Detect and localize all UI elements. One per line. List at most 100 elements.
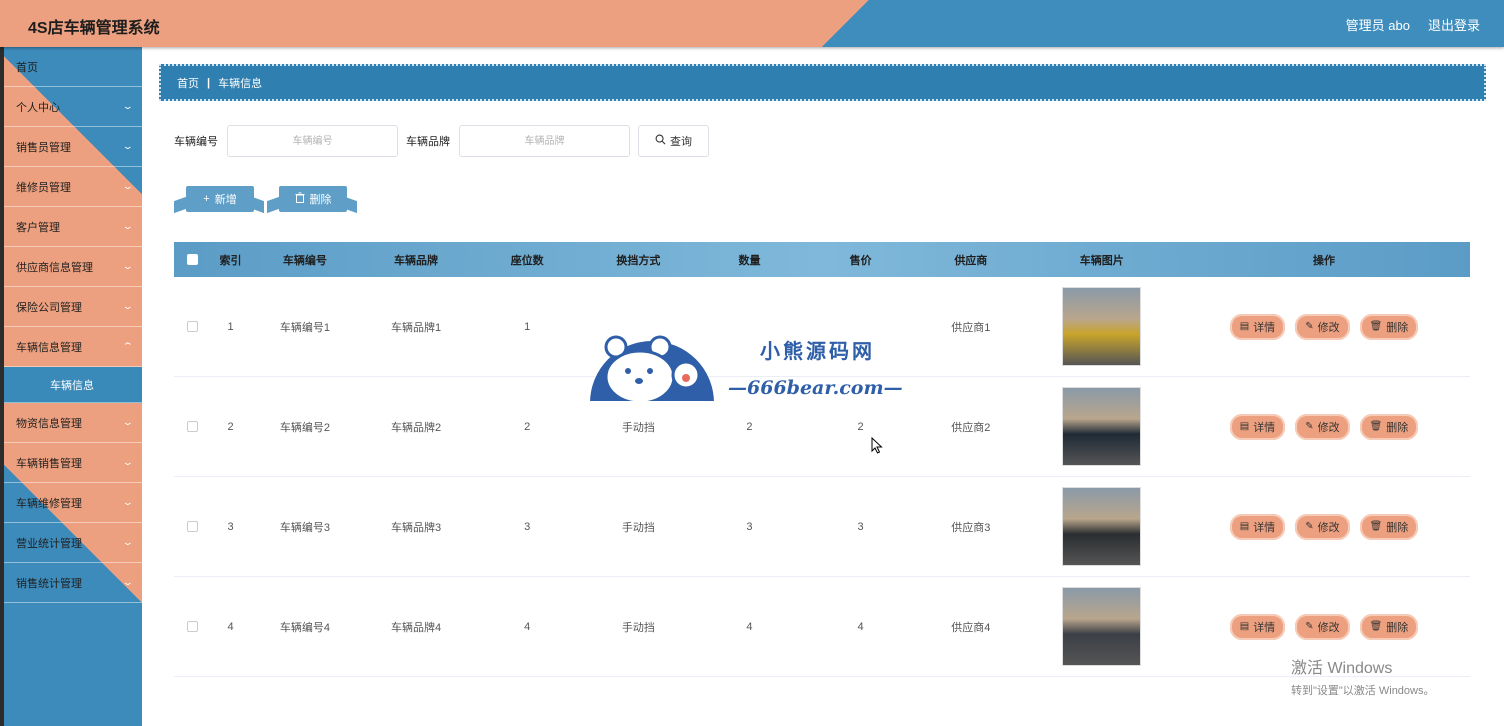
- detail-button[interactable]: ▤ 详情: [1229, 413, 1286, 440]
- delete-ribbon-tail: [267, 196, 279, 214]
- sidebar-item-label: 个人中心: [16, 101, 60, 114]
- car-photo[interactable]: [1062, 587, 1142, 666]
- select-all-checkbox[interactable]: [187, 254, 199, 265]
- document-icon: ▤: [1239, 621, 1250, 632]
- row-checkbox-cell: [174, 521, 212, 532]
- sidebar-item-items-1[interactable]: 个人中心 ⌄: [4, 87, 142, 127]
- row-checkbox[interactable]: [187, 521, 199, 532]
- sidebar-item-items-4[interactable]: 客户管理 ⌄: [4, 207, 142, 247]
- delete-button-label: 删除: [1386, 421, 1409, 434]
- vehicle-brand-input[interactable]: [459, 125, 630, 157]
- document-icon: ▤: [1239, 421, 1250, 432]
- sidebar-item-items-5[interactable]: 供应商信息管理 ⌄: [4, 247, 142, 287]
- top-header: 4S店车辆管理系统 管理员 abo 退出登录: [0, 0, 1504, 47]
- edit-button-label: 修改: [1317, 521, 1340, 534]
- sidebar-subitem-vehicle-info[interactable]: 车辆信息: [4, 367, 142, 403]
- sidebar-item-items_after-3[interactable]: 营业统计管理 ⌄: [4, 523, 142, 563]
- car-photo[interactable]: [1062, 487, 1142, 566]
- edit-button[interactable]: ✎ 修改: [1295, 613, 1350, 640]
- delete-button[interactable]: 🗑 删除: [1359, 513, 1419, 540]
- row-checkbox[interactable]: [187, 321, 199, 332]
- edit-button[interactable]: ✎ 修改: [1295, 313, 1350, 340]
- chevron-down-icon: ⌄: [122, 457, 135, 467]
- delete-button-label: 删除: [1386, 321, 1409, 334]
- row-vehicle-no: 车辆编号2: [279, 421, 330, 434]
- sidebar-item-items-2[interactable]: 销售员管理 ⌄: [4, 127, 142, 167]
- row-supplier: 供应商4: [951, 621, 991, 634]
- add-button[interactable]: + 新增: [186, 186, 254, 212]
- detail-button[interactable]: ▤ 详情: [1229, 513, 1286, 540]
- header-price: 售价: [849, 254, 872, 267]
- row-operations: ▤ 详情 ✎ 修改 🗑 删除: [1178, 513, 1470, 540]
- row-operations: ▤ 详情 ✎ 修改 🗑 删除: [1178, 613, 1470, 640]
- detail-button[interactable]: ▤ 详情: [1229, 613, 1286, 640]
- sidebar-item-label: 维修员管理: [16, 181, 71, 194]
- row-supplier: 供应商2: [951, 421, 991, 434]
- query-button[interactable]: 查询: [638, 125, 709, 157]
- select-all-cell: [174, 254, 212, 265]
- delete-button[interactable]: 🗑 删除: [1359, 613, 1419, 640]
- delete-button[interactable]: 🗑 删除: [1359, 313, 1419, 340]
- row-checkbox[interactable]: [187, 421, 199, 432]
- sidebar-item-items_after-2[interactable]: 车辆维修管理 ⌄: [4, 483, 142, 523]
- chevron-down-icon: ⌄: [122, 181, 135, 191]
- row-supplier: 供应商1: [951, 321, 991, 334]
- row-vehicle-brand: 车辆品牌4: [390, 621, 442, 634]
- row-price: 2: [857, 420, 864, 433]
- row-quantity: 4: [746, 620, 753, 633]
- delete-button[interactable]: 🗑 删除: [1359, 413, 1419, 440]
- vehicle-no-input[interactable]: [227, 125, 398, 157]
- sidebar-item-items-7[interactable]: 车辆信息管理 ⌃: [4, 327, 142, 367]
- chevron-up-icon: ⌃: [122, 341, 135, 351]
- query-button-label: 查询: [670, 136, 692, 148]
- row-operations: ▤ 详情 ✎ 修改 🗑 删除: [1178, 413, 1470, 440]
- sidebar-item-items-3[interactable]: 维修员管理 ⌄: [4, 167, 142, 207]
- logout-link[interactable]: 退出登录: [1428, 15, 1480, 34]
- edit-button[interactable]: ✎ 修改: [1295, 513, 1350, 540]
- sidebar-item-items_after-1[interactable]: 车辆销售管理 ⌄: [4, 443, 142, 483]
- row-index: 4: [227, 620, 234, 633]
- vehicle-brand-label: 车辆品牌: [406, 136, 450, 148]
- detail-button[interactable]: ▤ 详情: [1229, 313, 1286, 340]
- add-ribbon-tail: [174, 196, 186, 214]
- chevron-down-icon: ⌄: [122, 577, 135, 587]
- header-quantity: 数量: [738, 254, 761, 267]
- delete-button[interactable]: 删除: [279, 186, 347, 212]
- document-icon: ▤: [1239, 321, 1250, 332]
- sidebar-item-items-6[interactable]: 保险公司管理 ⌄: [4, 287, 142, 327]
- row-checkbox-cell: [174, 321, 212, 332]
- row-vehicle-brand: 车辆品牌2: [390, 421, 442, 434]
- row-image-cell: [1025, 487, 1178, 566]
- header-user-area: 管理员 abo 退出登录: [1346, 15, 1480, 34]
- sidebar-item-items_after-4[interactable]: 销售统计管理 ⌄: [4, 563, 142, 603]
- breadcrumb-home[interactable]: 首页: [177, 75, 199, 91]
- sidebar-item-items_after-0[interactable]: 物资信息管理 ⌄: [4, 403, 142, 443]
- car-photo[interactable]: [1062, 387, 1142, 466]
- current-user[interactable]: 管理员 abo: [1346, 15, 1410, 34]
- edit-button-label: 修改: [1317, 321, 1340, 334]
- sidebar-item-label: 客户管理: [16, 221, 60, 234]
- sidebar-item-label: 销售统计管理: [16, 577, 82, 590]
- sidebar-item-items-0[interactable]: 首页: [4, 47, 142, 87]
- row-quantity: 3: [746, 520, 753, 533]
- trash-icon: 🗑: [1369, 321, 1383, 332]
- car-photo[interactable]: [1062, 287, 1142, 366]
- sidebar-item-label: 保险公司管理: [16, 301, 82, 314]
- watermark-site: —666bear.com—: [728, 377, 903, 399]
- detail-button-label: 详情: [1253, 521, 1276, 534]
- header-image: 车辆图片: [1079, 254, 1124, 267]
- row-vehicle-brand: 车辆品牌1: [390, 321, 442, 334]
- watermark-title: 小熊源码网: [760, 339, 875, 363]
- trash-icon: 🗑: [1369, 521, 1383, 532]
- row-vehicle-no: 车辆编号1: [279, 321, 330, 334]
- table-header: 索引 车辆编号 车辆品牌 座位数 换挡方式 数量 售价 供应商 车辆图片 操作: [174, 242, 1470, 277]
- sidebar-item-label: 车辆销售管理: [16, 457, 82, 470]
- row-seats: 1: [524, 320, 531, 333]
- vehicle-no-label: 车辆编号: [174, 136, 218, 148]
- row-gear: 手动挡: [621, 521, 655, 534]
- row-index: 3: [227, 520, 234, 533]
- delete-button-label: 删除: [309, 194, 332, 206]
- row-checkbox[interactable]: [187, 621, 199, 632]
- plus-icon: +: [203, 193, 210, 205]
- edit-button[interactable]: ✎ 修改: [1295, 413, 1350, 440]
